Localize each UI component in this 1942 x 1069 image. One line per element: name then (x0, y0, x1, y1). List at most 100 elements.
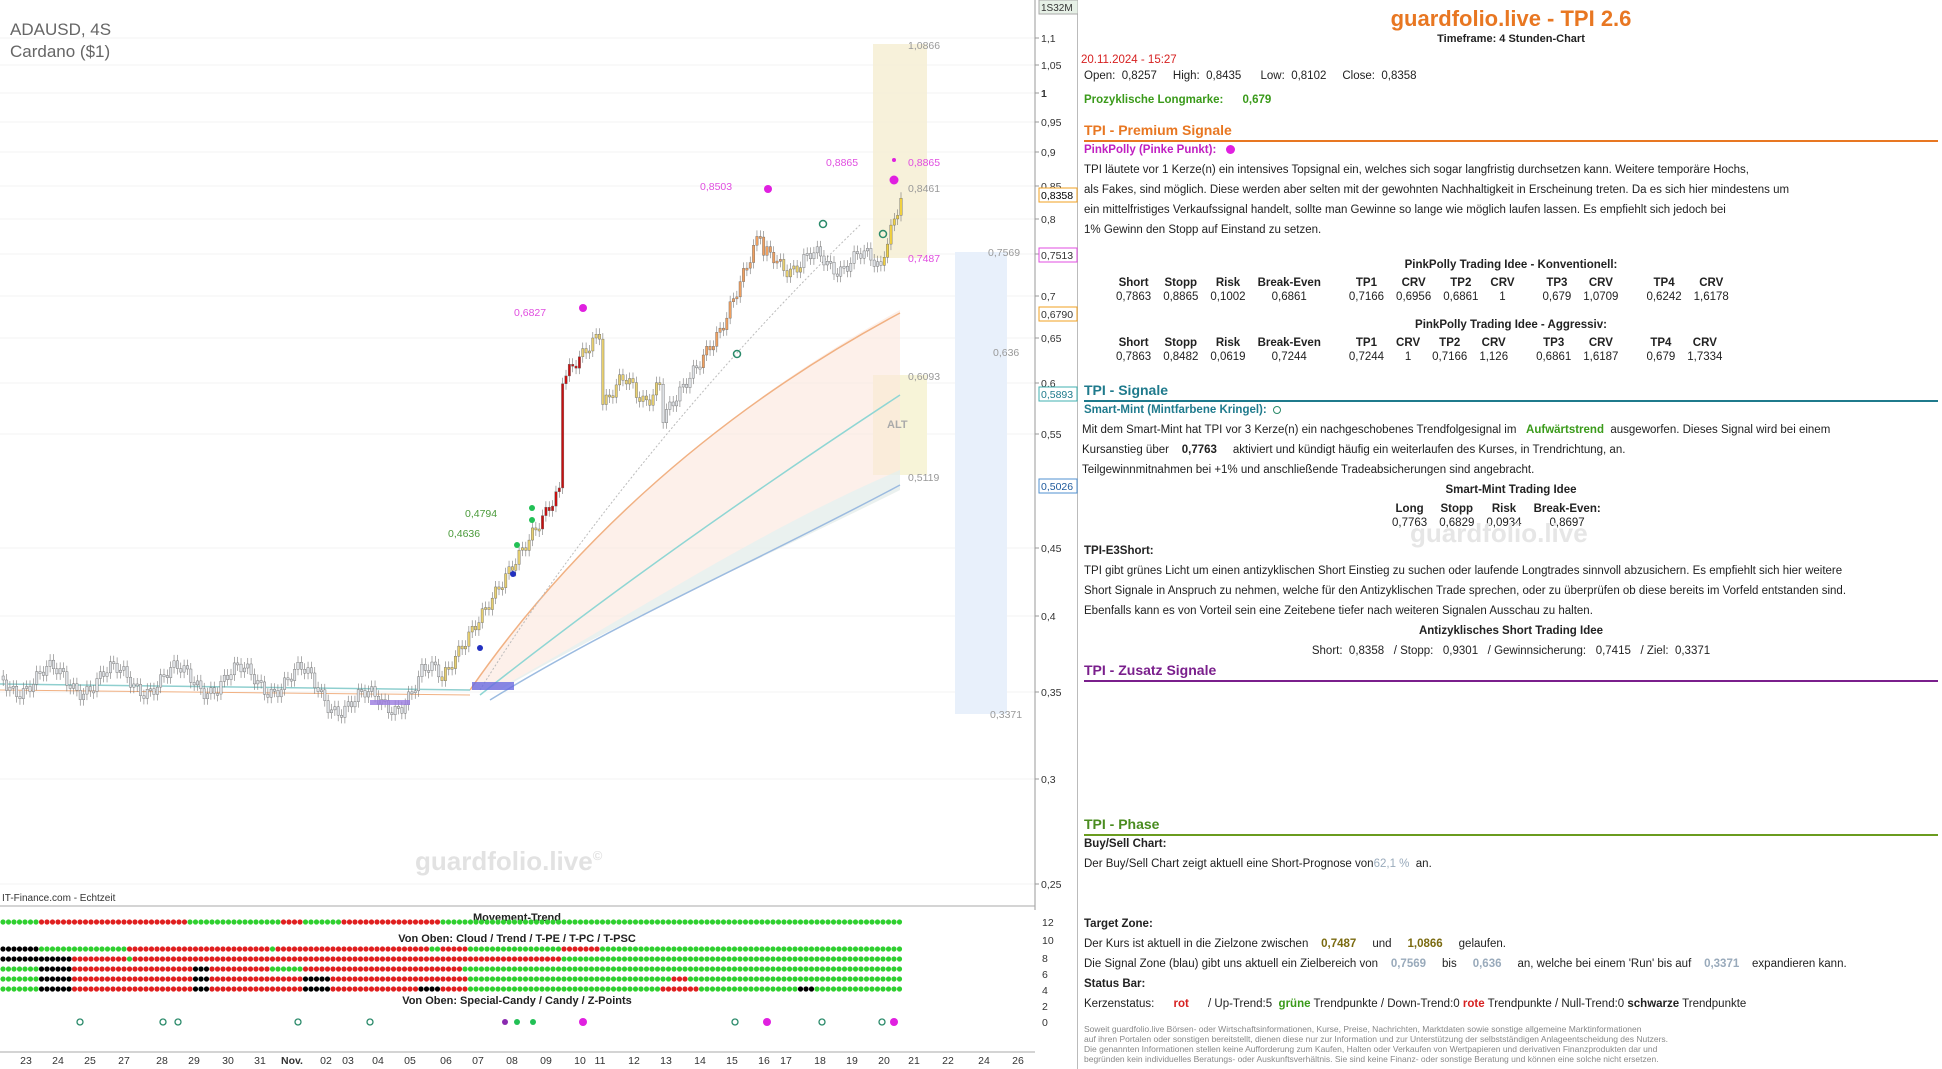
candle (343, 705, 347, 718)
trend-dot (599, 976, 606, 982)
trend-dot (115, 919, 122, 925)
trend-dot (280, 986, 287, 992)
trend-dot (291, 966, 298, 972)
trend-dot (506, 956, 512, 962)
trend-dot (605, 956, 611, 962)
trend-dot (22, 976, 28, 982)
candle (15, 686, 18, 697)
price-tag: 0,5026 (1041, 481, 1073, 493)
trend-dot (891, 956, 897, 962)
trend-dot (495, 956, 501, 962)
trend-dot (390, 976, 397, 982)
trend-dot (33, 966, 39, 972)
trend-dot (126, 946, 133, 952)
trend-dot (550, 956, 556, 962)
trend-dot (517, 956, 523, 962)
trend-dot (33, 956, 39, 962)
trend-dot (885, 976, 892, 982)
candle (792, 265, 796, 270)
candle (507, 566, 511, 574)
candle (196, 680, 199, 686)
candle (892, 218, 896, 226)
trend-dot (5, 976, 12, 982)
trend-dot (720, 986, 727, 992)
trend-dot (621, 986, 628, 992)
trend-dot (93, 976, 100, 982)
trend-dot (44, 919, 50, 925)
trend-dot (720, 976, 727, 982)
candle (390, 712, 394, 715)
trend-dot (797, 919, 804, 925)
price-chart[interactable]: 1,0866 0,8865 0,8461 0,7487 0,7569 0,636… (0, 0, 1078, 1069)
trend-dot (594, 919, 600, 925)
trend-dot (539, 956, 545, 962)
trend-dot (324, 976, 331, 982)
trend-dot (445, 956, 452, 962)
candle (8, 686, 12, 691)
trend-dot (379, 976, 386, 982)
trend-dot (709, 956, 716, 962)
trend-dot (550, 976, 556, 982)
trend-dot (671, 966, 677, 972)
candle (474, 626, 477, 631)
trend-dot (374, 919, 380, 925)
trend-dot (99, 976, 105, 982)
trend-dot (242, 966, 248, 972)
trend-dot (121, 976, 127, 982)
trend-dot (720, 966, 727, 972)
trend-dot (192, 946, 199, 952)
trend-dot (869, 986, 875, 992)
candle (165, 675, 169, 678)
trend-dot (643, 966, 650, 972)
trend-dot (500, 956, 507, 962)
candle (470, 626, 474, 633)
candle (410, 691, 414, 695)
trend-dot (748, 976, 754, 982)
trend-dot (874, 946, 881, 952)
trend-dot (484, 966, 490, 972)
candle (316, 687, 320, 692)
trend-dot (154, 986, 160, 992)
trend-dot (148, 946, 155, 952)
trend-dot (264, 966, 270, 972)
trend-dot (104, 966, 111, 972)
trend-dot (286, 976, 292, 982)
candle (249, 663, 253, 675)
trend-dot (341, 956, 347, 962)
trend-dot (368, 976, 375, 982)
trend-dot (159, 986, 166, 992)
trend-dot (847, 986, 853, 992)
trend-dot (330, 946, 336, 952)
trend-dot (22, 986, 28, 992)
trend-dot (176, 986, 182, 992)
table-header: CRV (1490, 277, 1515, 289)
trend-dot (49, 976, 56, 982)
trend-dot (577, 966, 584, 972)
trend-dot (759, 966, 765, 972)
trend-dot (770, 919, 776, 925)
candle (859, 253, 863, 259)
e3-label: TPI-E3Short: (1084, 545, 1154, 557)
trend-dot (517, 986, 523, 992)
chart-panel[interactable]: 1,0866 0,8865 0,8461 0,7487 0,7569 0,636… (0, 0, 1078, 1069)
candle (31, 684, 35, 692)
trend-dot (236, 966, 243, 972)
trend-dot (165, 986, 171, 992)
trend-dot (654, 986, 661, 992)
trend-dot (561, 976, 567, 982)
trend-dot (649, 919, 655, 925)
trend-dot (731, 919, 738, 925)
trend-dot (412, 976, 419, 982)
candle (748, 262, 752, 269)
candle (82, 693, 86, 700)
candle (738, 281, 742, 298)
trend-dot (390, 919, 397, 925)
trend-dot (77, 966, 83, 972)
candle (88, 686, 92, 692)
trend-dot (742, 966, 749, 972)
trend-dot (676, 966, 683, 972)
trend-dot (528, 919, 534, 925)
trend-dot (814, 986, 820, 992)
trend-dot (742, 919, 749, 925)
candle (330, 709, 333, 713)
